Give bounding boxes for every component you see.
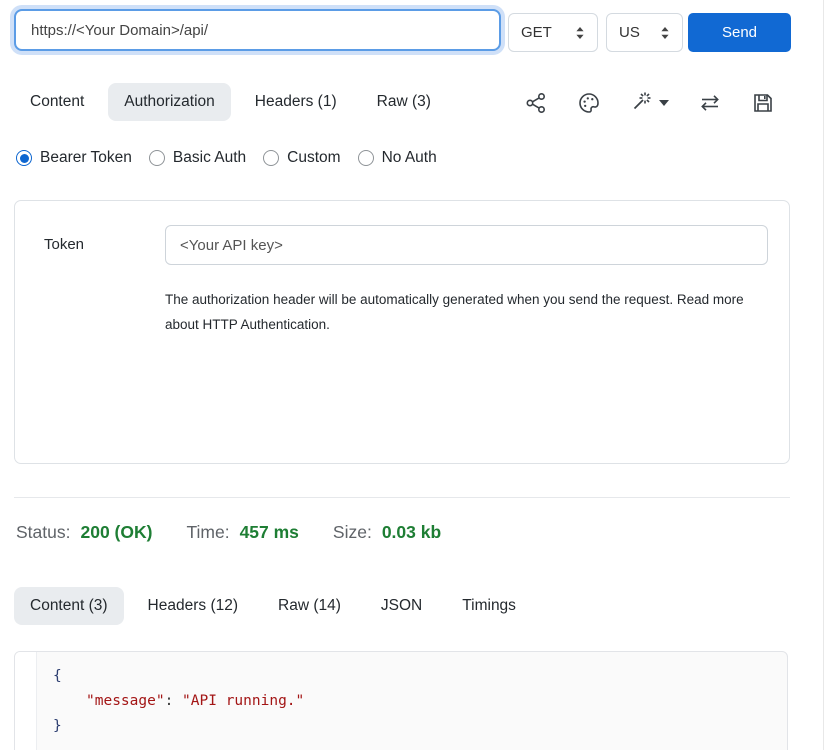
send-button[interactable]: Send xyxy=(688,13,791,52)
api-client-page: GET US Send Content Authorization Header… xyxy=(0,0,837,750)
auth-help-text: The authorization header will be automat… xyxy=(165,287,765,337)
token-label: Token xyxy=(44,236,84,253)
response-tabs: Content (3) Headers (12) Raw (14) JSON T… xyxy=(14,587,532,625)
tab-response-headers[interactable]: Headers (12) xyxy=(132,587,254,625)
swap-arrows-icon[interactable] xyxy=(698,91,722,115)
radio-bearer-token[interactable]: Bearer Token xyxy=(16,149,132,167)
size-value: 0.03 kb xyxy=(382,522,441,543)
tab-response-json[interactable]: JSON xyxy=(365,587,438,625)
region-select-value: US xyxy=(619,24,640,41)
tab-response-content[interactable]: Content (3) xyxy=(14,587,124,625)
radio-label: Custom xyxy=(287,149,340,167)
radio-label: Bearer Token xyxy=(40,149,132,167)
tab-response-raw[interactable]: Raw (14) xyxy=(262,587,357,625)
size-label: Size: xyxy=(333,522,372,543)
method-select[interactable]: GET xyxy=(508,13,598,52)
url-input[interactable] xyxy=(14,9,501,51)
tab-response-timings[interactable]: Timings xyxy=(446,587,532,625)
request-tabs: Content Authorization Headers (1) Raw (3… xyxy=(14,83,447,121)
response-json-text: { "message": "API running."} xyxy=(53,664,304,739)
time-value: 457 ms xyxy=(240,522,299,543)
tab-raw[interactable]: Raw (3) xyxy=(361,83,447,121)
editor-gutter xyxy=(15,652,37,750)
radio-basic-auth[interactable]: Basic Auth xyxy=(149,149,246,167)
chevron-down-icon xyxy=(659,100,669,106)
response-body-editor[interactable]: { "message": "API running."} xyxy=(14,651,788,750)
page-scrollbar-track[interactable] xyxy=(823,0,824,750)
code-close-brace: } xyxy=(53,718,62,734)
radio-unselected-icon xyxy=(358,150,374,166)
updown-arrows-icon xyxy=(575,26,585,40)
updown-arrows-icon xyxy=(660,26,670,40)
tab-authorization[interactable]: Authorization xyxy=(108,83,230,121)
radio-unselected-icon xyxy=(263,150,279,166)
status-label: Status: xyxy=(16,522,70,543)
radio-no-auth[interactable]: No Auth xyxy=(358,149,437,167)
palette-icon[interactable] xyxy=(577,91,601,115)
save-icon[interactable] xyxy=(751,91,775,115)
region-select[interactable]: US xyxy=(606,13,683,52)
token-input[interactable] xyxy=(165,225,768,265)
code-separator: : xyxy=(165,693,182,709)
request-toolbar xyxy=(524,84,775,121)
tab-content[interactable]: Content xyxy=(14,83,100,121)
time-label: Time: xyxy=(186,522,229,543)
share-icon[interactable] xyxy=(524,91,548,115)
method-select-value: GET xyxy=(521,24,552,41)
code-value: "API running." xyxy=(182,693,304,709)
auth-type-options: Bearer Token Basic Auth Custom No Auth xyxy=(16,149,437,167)
section-divider xyxy=(14,497,790,498)
code-open-brace: { xyxy=(53,668,62,684)
radio-label: No Auth xyxy=(382,149,437,167)
radio-label: Basic Auth xyxy=(173,149,246,167)
radio-unselected-icon xyxy=(149,150,165,166)
radio-selected-icon xyxy=(16,150,32,166)
radio-custom[interactable]: Custom xyxy=(263,149,340,167)
tab-headers[interactable]: Headers (1) xyxy=(239,83,353,121)
code-key: "message" xyxy=(86,693,165,709)
status-value: 200 (OK) xyxy=(80,522,152,543)
magic-wand-icon[interactable] xyxy=(630,91,669,115)
response-summary: Status: 200 (OK) Time: 457 ms Size: 0.03… xyxy=(16,522,441,543)
